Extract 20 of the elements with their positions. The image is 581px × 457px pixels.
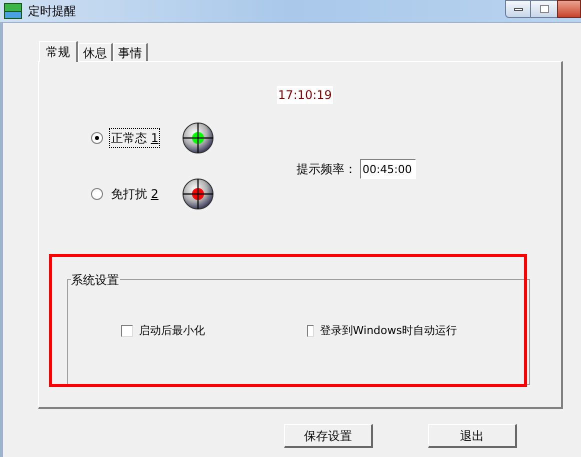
mode-radio[interactable]: 免打扰 2 [91,185,160,203]
clock-time: 17:10:19 [277,86,333,104]
app-icon [4,3,22,19]
frequency-field[interactable]: 00:45:00 [360,159,416,179]
dialog-button[interactable]: 保存设置 [284,424,373,448]
maximize-button[interactable] [531,0,557,18]
minimize-icon [514,8,522,10]
minimize-button[interactable] [505,0,531,18]
target-icon [182,122,214,154]
close-button[interactable] [557,0,581,18]
window-title: 定时提醒 [28,3,76,20]
target-icon [182,178,214,210]
tab[interactable]: 休息 [78,43,113,61]
maximize-icon [540,5,548,13]
option-checkbox[interactable]: 启动后最小化 [121,323,271,340]
tab[interactable]: 事情 [113,43,148,61]
dialog-button[interactable]: 退出 [428,424,517,448]
tab[interactable]: 常规 [39,41,78,62]
frequency-label: 提示频率： [296,161,356,178]
option-checkbox[interactable]: 登录到Windows时自动运行 [307,323,457,340]
